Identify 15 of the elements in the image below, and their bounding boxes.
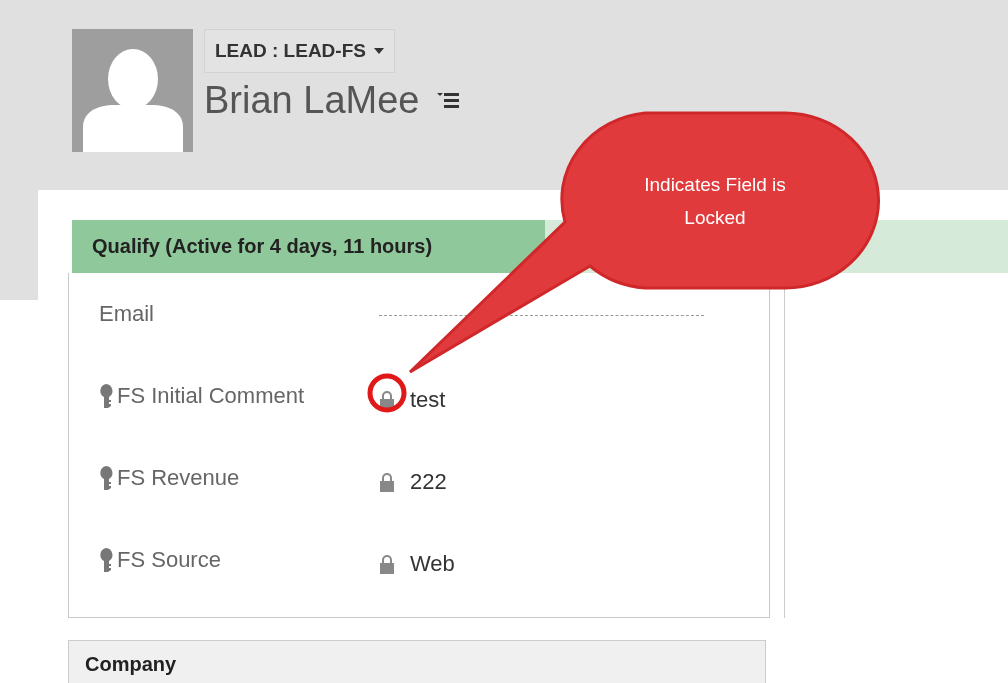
field-label: FS Revenue [117,465,240,491]
field-label: Email [99,301,154,327]
section-title: Company [85,653,177,675]
field-label: FS Initial Comment [117,383,305,409]
field-label: FS Source [117,547,221,573]
field-value: Web [410,551,455,577]
callout-text: Indicates Field is Locked [643,173,787,230]
menu-icon[interactable] [437,92,460,109]
record-name: Brian LaMee [204,79,420,122]
field-value: 222 [410,469,447,495]
field-value: test [410,387,446,413]
entity-selector[interactable]: LEAD : LEAD-FS [204,29,395,73]
stage-bar[interactable]: Qualify (Active for 4 days, 11 hours) [72,220,545,273]
highlight-ring [367,373,407,413]
caret-icon [373,48,384,54]
